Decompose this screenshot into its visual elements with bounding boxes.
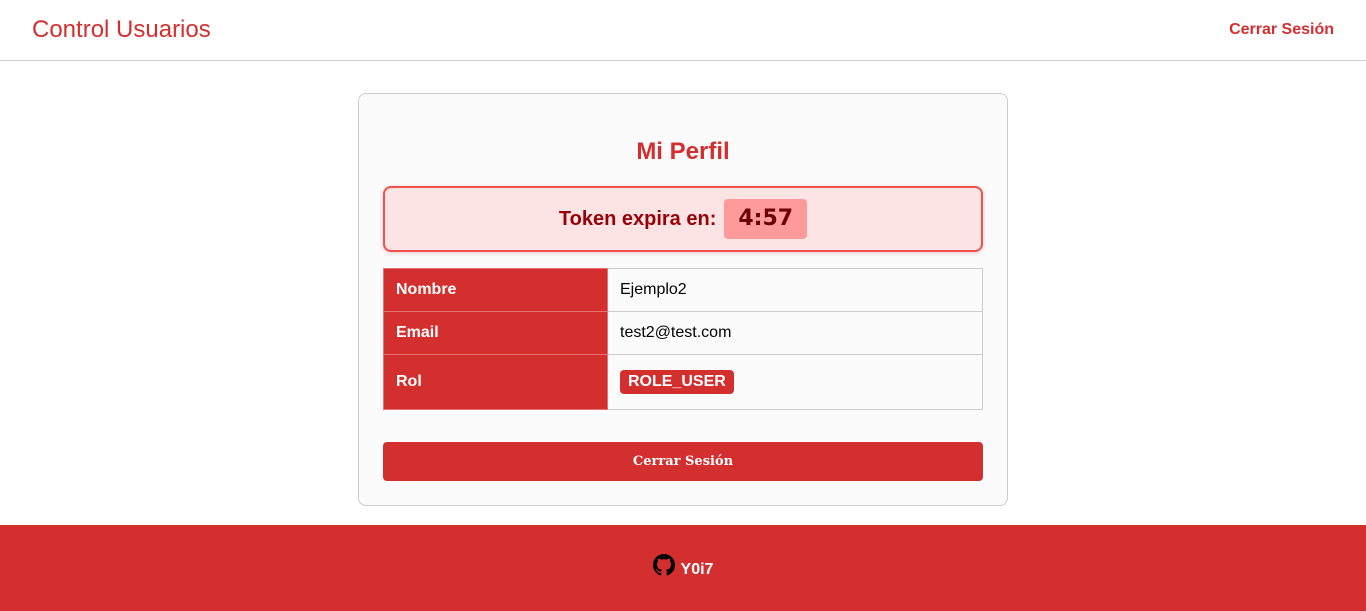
profile-card: Mi Perfil Token expira en: 4:57 Nombre E…	[358, 93, 1008, 506]
email-key: Email	[383, 311, 608, 355]
github-profile-link[interactable]: Y0i7	[652, 554, 714, 579]
role-badge: ROLE_USER	[620, 370, 734, 394]
table-row-name: Nombre Ejemplo2	[383, 268, 983, 312]
profile-info-table: Nombre Ejemplo2 Email test2@test.com Rol…	[383, 268, 983, 410]
email-value: test2@test.com	[607, 311, 983, 355]
page-footer: Y0i7	[0, 525, 1366, 611]
github-icon	[652, 554, 675, 576]
github-username: Y0i7	[680, 561, 714, 578]
navbar-logout-link[interactable]: Cerrar Sesión	[1229, 20, 1334, 40]
top-navbar: Control Usuarios Cerrar Sesión	[0, 0, 1366, 61]
table-row-email: Email test2@test.com	[383, 311, 983, 355]
name-key: Nombre	[383, 268, 608, 312]
logout-button[interactable]: Cerrar Sesión	[383, 442, 983, 481]
table-row-role: Rol ROLE_USER	[383, 354, 983, 410]
token-countdown: 4:57	[724, 199, 808, 239]
name-value: Ejemplo2	[607, 268, 983, 312]
app-brand-title[interactable]: Control Usuarios	[32, 16, 211, 44]
token-expiry-label: Token expira en:	[558, 207, 717, 230]
profile-title: Mi Perfil	[636, 138, 730, 165]
role-key: Rol	[383, 354, 608, 410]
role-value-cell: ROLE_USER	[607, 354, 983, 410]
token-expiry-alert: Token expira en: 4:57	[383, 186, 983, 252]
